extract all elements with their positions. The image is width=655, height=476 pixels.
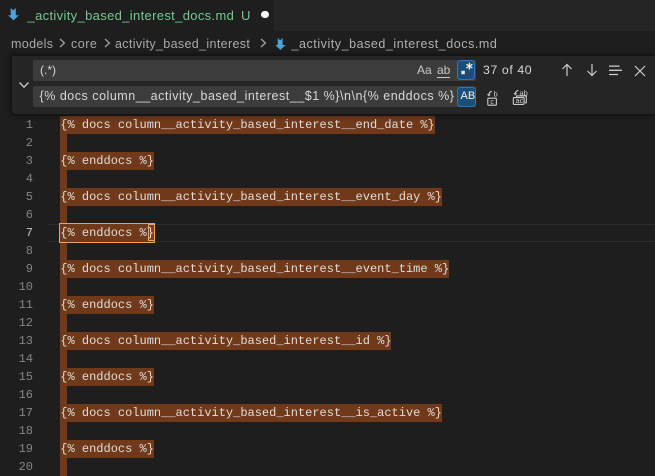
svg-text:c: c xyxy=(491,96,495,105)
svg-text:ac: ac xyxy=(515,96,523,105)
svg-text:b: b xyxy=(494,90,498,99)
